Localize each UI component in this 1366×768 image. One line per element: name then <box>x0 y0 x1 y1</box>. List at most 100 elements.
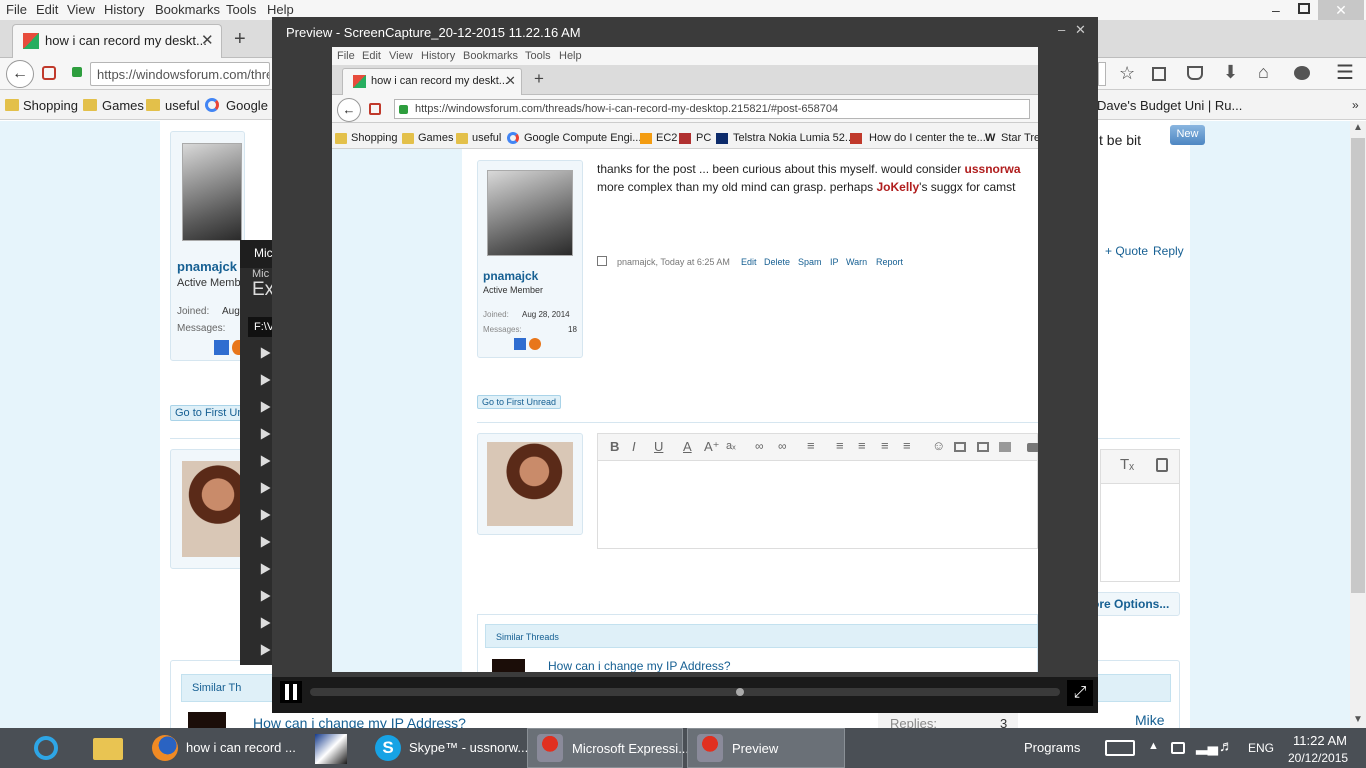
clear-format-icon[interactable]: Tₓ <box>1120 456 1134 473</box>
inner-bookmark-useful: useful <box>472 132 502 144</box>
reading-list-icon[interactable] <box>1152 67 1166 81</box>
scroll-up-icon[interactable]: ▲ <box>1353 122 1363 133</box>
inner-tab-close-icon: ✕ <box>505 73 516 88</box>
folder-icon <box>5 99 19 111</box>
inner-folder-icon <box>335 133 347 144</box>
reply-avatar <box>182 461 242 557</box>
keyboard-icon[interactable] <box>1105 740 1135 756</box>
language-indicator[interactable]: ENG <box>1248 741 1274 755</box>
bookmark-useful[interactable]: useful <box>165 98 200 113</box>
menu-bookmarks[interactable]: Bookmarks <box>155 2 220 17</box>
taskbar-firefox[interactable]: how i can record ... <box>143 728 299 768</box>
explorer-button[interactable] <box>84 728 134 768</box>
clock-time[interactable]: 11:22 AM <box>1293 733 1347 748</box>
taskbar-preview-label: Preview <box>732 741 779 756</box>
url-bar[interactable]: https://windowsforum.com/thre <box>90 62 270 86</box>
fullscreen-icon: ⤢ <box>1073 684 1087 701</box>
maximize-icon[interactable] <box>1298 3 1310 14</box>
back-button[interactable]: ← <box>6 60 34 88</box>
inner-menu-tools: Tools <box>525 50 551 62</box>
minimize-icon[interactable]: – <box>1272 2 1286 18</box>
chat-icon[interactable] <box>1294 66 1310 80</box>
taskbar-skype-label: Skype™ - ussnorw... <box>409 740 529 755</box>
battery-icon[interactable] <box>1171 742 1185 754</box>
clock-date[interactable]: 20/12/2015 <box>1288 751 1348 765</box>
inner-bookmark-startrek: Star Trek <box>1001 132 1038 144</box>
joined-label: Joined: <box>177 306 210 317</box>
programs-toolbar[interactable]: Programs <box>1024 740 1080 755</box>
go-first-unread-button[interactable]: Go to First Un <box>170 405 245 421</box>
expression-heading: Ex <box>252 279 275 300</box>
inner-warn-link: Warn <box>846 257 868 267</box>
search-box[interactable] <box>1098 62 1106 86</box>
folder-icon <box>146 99 160 111</box>
bookmark-shopping[interactable]: Shopping <box>23 98 78 113</box>
taskbar-preview[interactable]: Preview <box>687 728 845 768</box>
inner-folder-icon <box>456 133 468 144</box>
windows-forum-favicon <box>23 33 39 49</box>
tab-close-icon[interactable]: ✕ <box>201 31 214 49</box>
taskbar-app[interactable] <box>307 728 359 768</box>
reply-link[interactable]: Reply <box>1153 244 1184 258</box>
user-role: Active Memb <box>177 277 241 289</box>
bbcode-toggle-icon[interactable] <box>1156 458 1168 472</box>
seek-handle[interactable] <box>736 688 744 696</box>
tray-expand-icon[interactable]: ▲ <box>1148 740 1159 752</box>
scroll-down-icon[interactable]: ▼ <box>1353 714 1363 725</box>
menu-help[interactable]: Help <box>267 2 294 17</box>
tab-title: how i can record my deskt... <box>45 33 207 48</box>
pause-icon <box>293 684 297 700</box>
username[interactable]: pnamajck <box>177 259 237 274</box>
pause-button[interactable] <box>280 681 302 703</box>
file-explorer-icon <box>93 738 123 760</box>
menu-file[interactable]: File <box>6 2 27 17</box>
inner-similar-threads-title: Similar Threads <box>496 632 559 642</box>
last-poster-link[interactable]: Mike <box>1135 712 1165 728</box>
editor-body[interactable] <box>1100 484 1180 582</box>
quote-link[interactable]: + Quote <box>1105 244 1148 258</box>
taskbar-skype[interactable]: S Skype™ - ussnorw... <box>367 728 528 768</box>
app-icon <box>315 734 347 764</box>
close-window-button[interactable]: ✕ <box>1318 0 1364 20</box>
skype-icon: S <box>375 735 401 761</box>
home-icon[interactable]: ⌂ <box>1258 62 1269 83</box>
star-icon[interactable]: ☆ <box>1119 63 1135 84</box>
inner-reply-avatar <box>487 442 573 526</box>
network-icon[interactable]: ▂▄ <box>1196 737 1218 755</box>
addon-icon[interactable] <box>42 66 56 80</box>
inner-editor-toolbar: B I U A A⁺ aₓ ∞ ∞ ≡ ≡ ≡ ≡ ≡ ☺ <box>597 433 1038 461</box>
pocket-icon[interactable] <box>1187 66 1203 80</box>
bookmark-games[interactable]: Games <box>102 98 144 113</box>
inner-windows-icon <box>514 338 526 350</box>
inner-tab-title: how i can record my deskt... <box>371 75 508 87</box>
preview-close-icon[interactable]: ✕ <box>1075 22 1086 38</box>
inner-mention-ussnorway: ussnorwa <box>964 162 1021 176</box>
menu-view[interactable]: View <box>67 2 95 17</box>
menu-tools[interactable]: Tools <box>226 2 256 17</box>
browser-tab[interactable]: how i can record my deskt... ✕ <box>12 24 222 58</box>
bookmark-budget-uni[interactable]: Dave's Budget Uni | Ru... <box>1097 98 1242 113</box>
menu-edit[interactable]: Edit <box>36 2 58 17</box>
inner-folder-icon <box>402 133 414 144</box>
hamburger-menu-icon[interactable]: ☰ <box>1336 60 1354 85</box>
bookmarks-overflow-icon[interactable]: » <box>1352 98 1359 112</box>
taskbar-expression[interactable]: Microsoft Expressi... <box>527 728 689 768</box>
internet-explorer-icon <box>34 736 58 760</box>
inner-edit-link: Edit <box>741 257 757 267</box>
italic-icon: I <box>632 439 636 454</box>
thread-thumb <box>188 712 226 728</box>
new-tab-icon[interactable]: + <box>234 28 246 51</box>
inner-mention-jokelly: JoKelly <box>876 180 920 194</box>
inner-new-tab-icon: + <box>534 69 544 88</box>
volume-icon[interactable]: ♬ <box>1219 738 1234 755</box>
ie-button[interactable] <box>22 728 72 768</box>
menu-history[interactable]: History <box>104 2 144 17</box>
seek-bar[interactable] <box>310 688 1060 696</box>
preview-minimize-icon[interactable]: – <box>1058 22 1065 37</box>
download-icon[interactable]: ⬇ <box>1223 62 1238 83</box>
avatar[interactable] <box>182 143 242 241</box>
more-options-button[interactable]: ore Options... <box>1091 592 1181 616</box>
inner-bookmark-pc: PC <box>696 132 712 144</box>
fullscreen-button[interactable]: ⤢ <box>1067 680 1093 706</box>
scrollbar-thumb[interactable] <box>1351 138 1365 593</box>
